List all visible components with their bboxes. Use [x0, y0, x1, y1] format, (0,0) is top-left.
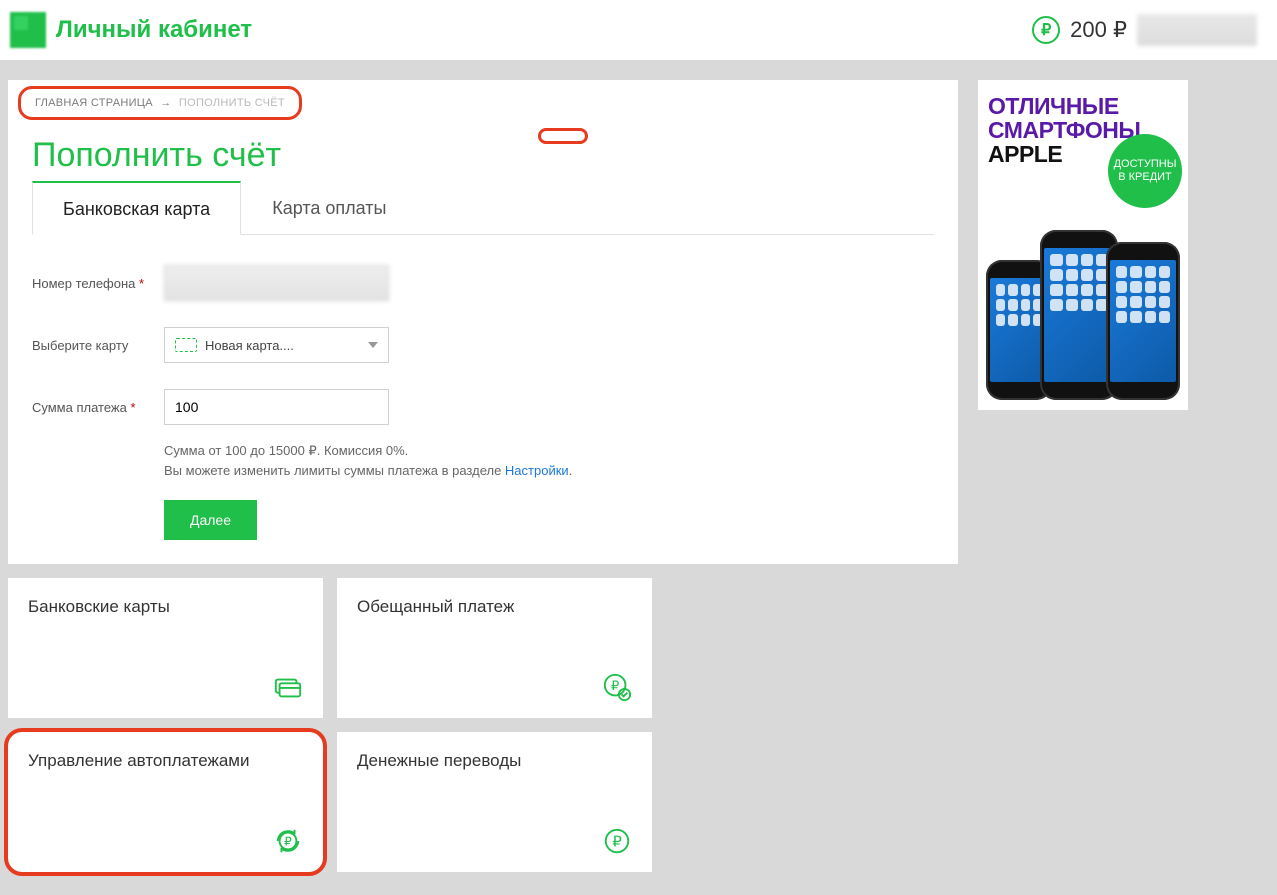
annotation-pill-icon: [538, 128, 588, 144]
amount-input[interactable]: [164, 389, 389, 425]
phone-label: Номер телефона *: [32, 276, 152, 291]
card-select[interactable]: Новая карта....: [164, 327, 389, 363]
card-chip-icon: [175, 338, 197, 352]
tab-bank-card[interactable]: Банковская карта: [32, 181, 241, 235]
balance-amount: 200 ₽: [1070, 17, 1127, 43]
ad-badge: ДОСТУПНЫ В КРЕДИТ: [1108, 134, 1182, 208]
tile-bank-cards[interactable]: Банковские карты: [8, 578, 323, 718]
balance-block[interactable]: ₽ 200 ₽: [1032, 14, 1257, 46]
ruble-cycle-icon: ₽: [273, 826, 303, 856]
site-title: Личный кабинет: [56, 16, 252, 44]
top-bar: Личный кабинет ₽ 200 ₽: [0, 0, 1277, 60]
ruble-check-icon: ₽: [602, 672, 632, 702]
breadcrumb-home[interactable]: ГЛАВНАЯ СТРАНИЦА: [35, 97, 153, 109]
card-label: Выберите карту: [32, 338, 152, 353]
tabs: Банковская карта Карта оплаты: [32, 181, 934, 235]
settings-link[interactable]: Настройки: [505, 463, 569, 478]
chevron-down-icon: [368, 342, 378, 348]
breadcrumb: ГЛАВНАЯ СТРАНИЦА → ПОПОЛНИТЬ СЧЁТ: [35, 97, 285, 109]
header-extra-blurred: [1137, 14, 1257, 46]
amount-label: Сумма платежа *: [32, 400, 152, 415]
card-icon: [273, 672, 303, 702]
tile-promised-payment[interactable]: Обещанный платеж ₽: [337, 578, 652, 718]
ruble-circle-icon: ₽: [1032, 16, 1060, 44]
tab-payment-card[interactable]: Карта оплаты: [241, 181, 417, 234]
topup-form-card: ГЛАВНАЯ СТРАНИЦА → ПОПОЛНИТЬ СЧЁТ Пополн…: [8, 80, 958, 564]
page-title: Пополнить счёт: [8, 120, 958, 181]
next-button[interactable]: Далее: [164, 500, 257, 540]
card-select-value: Новая карта....: [197, 338, 368, 353]
ruble-icon: ₽: [602, 826, 632, 856]
tile-money-transfers[interactable]: Денежные переводы ₽: [337, 732, 652, 872]
svg-text:₽: ₽: [612, 834, 622, 851]
tiles-grid: Банковские карты Обещанный платеж ₽ Упра…: [8, 578, 958, 872]
breadcrumb-highlight-box: ГЛАВНАЯ СТРАНИЦА → ПОПОЛНИТЬ СЧЁТ: [18, 86, 302, 120]
logo-block[interactable]: Личный кабинет: [10, 12, 252, 48]
ad-banner[interactable]: ОТЛИЧНЫЕ СМАРТФОНЫ APPLE ДОСТУПНЫ В КРЕД…: [978, 80, 1188, 410]
svg-text:₽: ₽: [611, 678, 619, 693]
phone-input[interactable]: [164, 265, 389, 301]
amount-hint: Сумма от 100 до 15000 ₽. Комиссия 0%. Вы…: [164, 441, 934, 480]
phones-image: [992, 220, 1174, 400]
logo-icon: [10, 12, 46, 48]
tile-autopayments[interactable]: Управление автоплатежами ₽: [8, 732, 323, 872]
breadcrumb-current: ПОПОЛНИТЬ СЧЁТ: [179, 97, 285, 109]
svg-text:₽: ₽: [284, 835, 292, 849]
arrow-right-icon: →: [160, 97, 171, 109]
